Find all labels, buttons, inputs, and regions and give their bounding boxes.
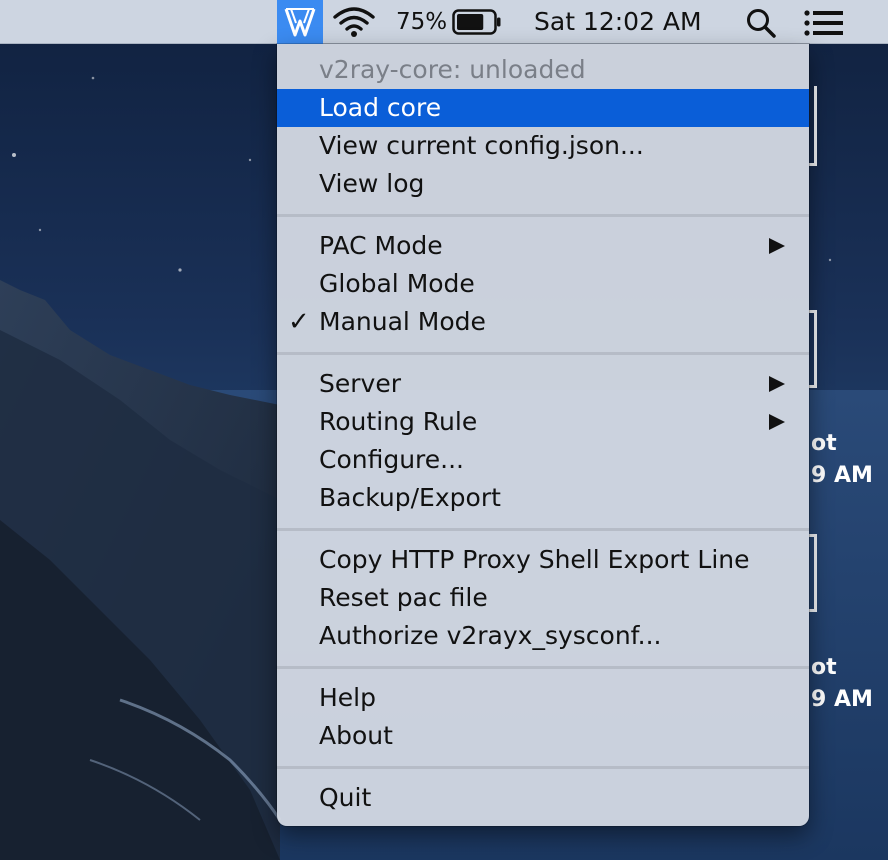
menu-item-label: Manual Mode — [319, 307, 486, 336]
menu-item-manual-mode[interactable]: ✓ Manual Mode — [277, 303, 809, 341]
menu-item-view-config[interactable]: View current config.json... — [277, 127, 809, 165]
menu-bar-clock[interactable]: Sat 12:02 AM — [534, 6, 702, 38]
menu-item-quit[interactable]: Quit — [277, 779, 809, 817]
menu-item-global-mode[interactable]: Global Mode — [277, 265, 809, 303]
menu-separator — [277, 528, 809, 531]
v2rayx-dropdown-menu: v2ray-core: unloaded Load core View curr… — [277, 44, 809, 826]
control-center-icon[interactable] — [804, 10, 844, 36]
menu-item-pac-mode[interactable]: PAC Mode — [277, 227, 809, 265]
menu-item-authorize-sysconf[interactable]: Authorize v2rayx_sysconf... — [277, 617, 809, 655]
menu-separator — [277, 214, 809, 217]
battery-percent[interactable]: 75% — [396, 6, 447, 38]
menu-item-routing-rule[interactable]: Routing Rule — [277, 403, 809, 441]
search-icon[interactable] — [745, 7, 777, 39]
desktop-widget-text-2a: ot — [811, 655, 837, 680]
battery-icon[interactable] — [452, 9, 502, 35]
desktop-widget-text-1b: 9 AM — [811, 463, 873, 488]
menu-item-label: Routing Rule — [319, 407, 478, 436]
menu-item-copy-http-proxy[interactable]: Copy HTTP Proxy Shell Export Line — [277, 541, 809, 579]
menu-item-server[interactable]: Server — [277, 365, 809, 403]
menu-separator — [277, 352, 809, 355]
desktop-widget-frame-2 — [809, 534, 817, 612]
submenu-arrow-icon — [769, 414, 785, 430]
menu-item-configure[interactable]: Configure... — [277, 441, 809, 479]
desktop-widget-text-2b: 9 AM — [811, 687, 873, 712]
menu-item-view-log[interactable]: View log — [277, 165, 809, 203]
menu-item-help[interactable]: Help — [277, 679, 809, 717]
menu-item-load-core[interactable]: Load core — [277, 89, 809, 127]
wifi-icon[interactable] — [332, 6, 376, 38]
menu-item-about[interactable]: About — [277, 717, 809, 755]
menu-separator — [277, 766, 809, 769]
menu-bar: 75% Sat 12:02 AM — [0, 0, 888, 44]
v2rayx-status-item[interactable] — [277, 0, 323, 44]
submenu-arrow-icon — [769, 238, 785, 254]
desktop-widget-text-1a: ot — [811, 431, 837, 456]
desktop-screen: ot 9 AM ot 9 AM 75% Sat 12:02 AM v2ray-c… — [0, 0, 888, 860]
menu-item-label: Server — [319, 369, 401, 398]
submenu-arrow-icon — [769, 376, 785, 392]
menu-item-reset-pac[interactable]: Reset pac file — [277, 579, 809, 617]
checkmark-icon: ✓ — [288, 307, 310, 337]
menu-item-label: PAC Mode — [319, 231, 443, 260]
menu-item-backup-export[interactable]: Backup/Export — [277, 479, 809, 517]
menu-separator — [277, 666, 809, 669]
menu-item-core-status: v2ray-core: unloaded — [319, 55, 586, 84]
v2rayx-app-icon — [284, 8, 316, 37]
desktop-widget-frame-1 — [809, 310, 817, 388]
desktop-widget-frame-0 — [809, 86, 817, 166]
